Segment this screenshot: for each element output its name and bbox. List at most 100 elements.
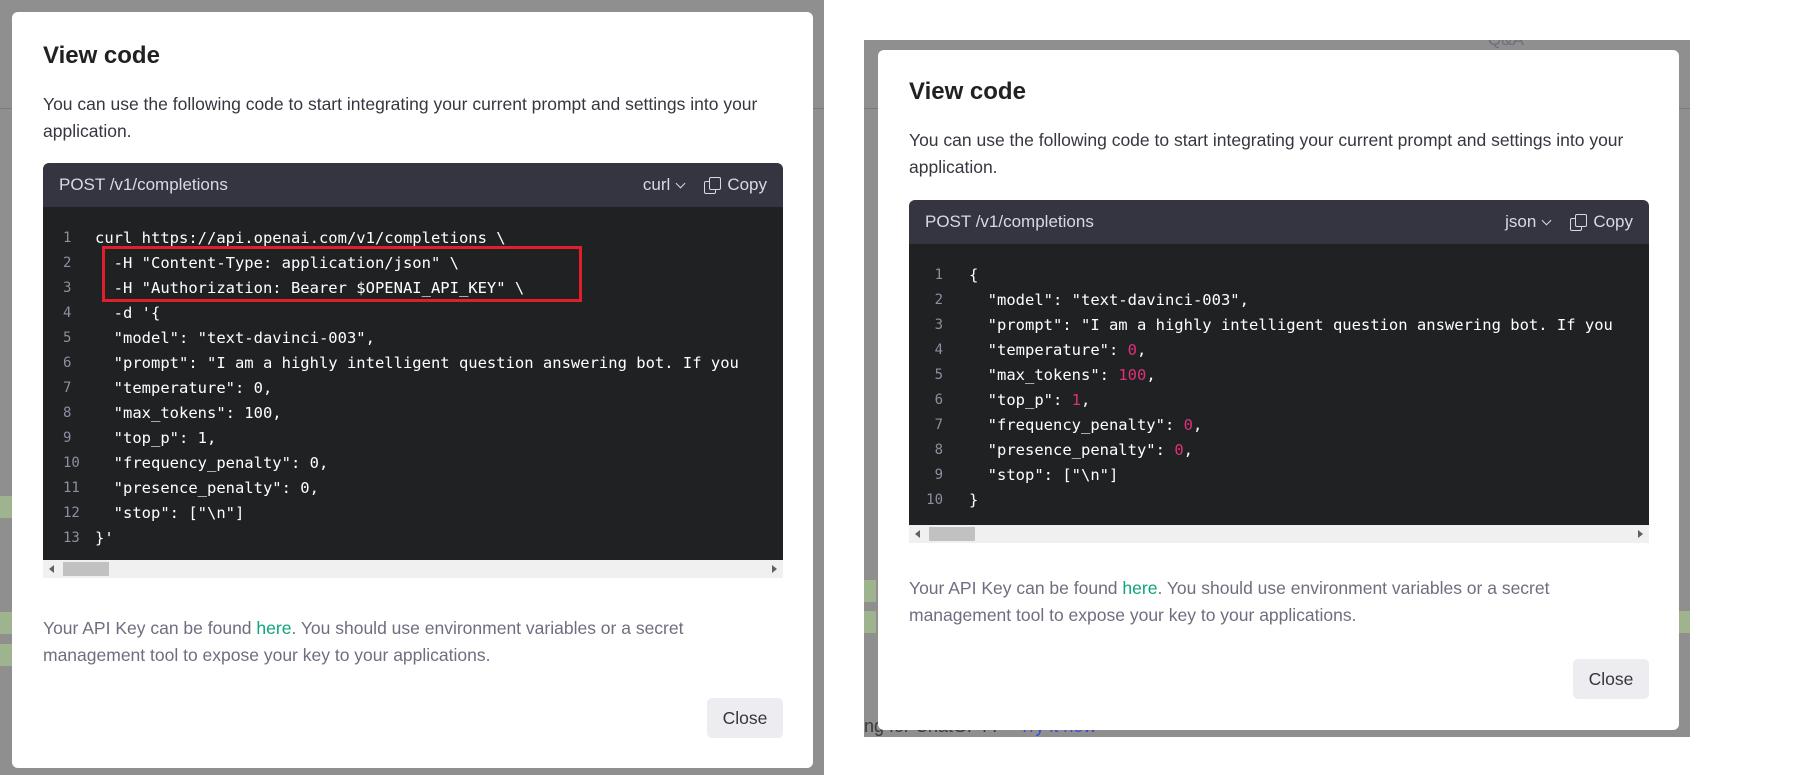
copy-button-label: Copy (727, 175, 767, 194)
code-number-token: 100 (1118, 366, 1147, 384)
scroll-right-arrow-icon[interactable] (772, 565, 777, 573)
line-number: 9 (63, 430, 72, 446)
code-line-text: "presence_penalty": 0, (959, 438, 1193, 463)
code-line-text: "model": "text-davinci-003", (95, 329, 375, 347)
line-number: 8 (934, 442, 943, 458)
code-line: 13}' (43, 526, 783, 551)
left-screenshot: View code You can use the following code… (0, 0, 824, 775)
code-line-text: "stop": ["\n"] (959, 463, 1119, 488)
api-key-link[interactable]: here (256, 618, 291, 638)
modal-title: View code (43, 42, 160, 69)
code-line: 1{ (909, 263, 1649, 288)
code-token: "top_p": (969, 391, 1072, 409)
code-line-text: "frequency_penalty": 0, (959, 413, 1203, 438)
copy-button[interactable]: Copy (704, 175, 767, 195)
api-key-note-text: Your API Key can be found (43, 618, 257, 638)
line-number: 6 (934, 392, 943, 408)
code-line: 12 "stop": ["\n"] (43, 501, 783, 526)
view-code-modal: View code You can use the following code… (12, 12, 813, 768)
code-token: "presence_penalty": (969, 441, 1175, 459)
language-select-value: curl (642, 175, 671, 194)
line-number: 12 (63, 505, 80, 521)
code-line: 6 "top_p": 1, (909, 388, 1649, 413)
line-number: 1 (63, 230, 72, 246)
language-select[interactable]: json (1505, 212, 1552, 232)
background-field-text: Q&A (1488, 40, 1524, 50)
code-line-text: -H "Authorization: Bearer $OPENAI_API_KE… (95, 279, 525, 297)
code-token: } (969, 491, 979, 509)
code-line: 3 "prompt": "I am a highly intelligent q… (909, 313, 1649, 338)
line-number: 10 (63, 455, 80, 471)
scroll-left-arrow-icon[interactable] (49, 565, 54, 573)
scroll-left-arrow-icon[interactable] (915, 530, 920, 538)
code-line-text: "frequency_penalty": 0, (95, 454, 329, 472)
background-highlight (864, 611, 876, 633)
line-number: 5 (63, 330, 72, 346)
scroll-right-arrow-icon[interactable] (1638, 530, 1643, 538)
code-line: 6 "prompt": "I am a highly intelligent q… (43, 351, 783, 376)
code-panel: POST /v1/completions json Copy 1{2 "mode… (909, 200, 1649, 543)
chevron-down-icon (675, 178, 686, 188)
code-number-token: 0 (1183, 416, 1193, 434)
copy-icon (704, 177, 722, 194)
copy-button[interactable]: Copy (1570, 212, 1633, 232)
close-button[interactable]: Close (707, 698, 783, 738)
scrollbar-thumb[interactable] (929, 527, 975, 541)
scrollbar-thumb[interactable] (63, 562, 109, 576)
close-button[interactable]: Close (1573, 659, 1649, 699)
code-line-text: "top_p": 1, (959, 388, 1091, 413)
line-number: 7 (934, 417, 943, 433)
right-screenshot: Q&A ng for ChatGPT? Try it now View code… (864, 40, 1690, 737)
code-line-text: curl https://api.openai.com/v1/completio… (95, 229, 506, 247)
code-line-text: "model": "text-davinci-003", (959, 288, 1249, 313)
code-line: 11 "presence_penalty": 0, (43, 476, 783, 501)
line-number: 2 (63, 255, 72, 271)
horizontal-scrollbar[interactable] (909, 525, 1649, 543)
line-number: 2 (934, 292, 943, 308)
code-token: { (969, 266, 979, 284)
code-line-text: "prompt": "I am a highly intelligent que… (95, 354, 739, 372)
line-number: 4 (63, 305, 72, 321)
code-line: 8 "max_tokens": 100, (43, 401, 783, 426)
code-panel-header: POST /v1/completions json Copy (909, 200, 1649, 244)
code-line: 10 "frequency_penalty": 0, (43, 451, 783, 476)
code-token: , (1146, 366, 1156, 384)
code-token: "frequency_penalty": (969, 416, 1184, 434)
line-number: 1 (934, 267, 943, 283)
line-number: 4 (934, 342, 943, 358)
code-line-text: -H "Content-Type: application/json" \ (95, 254, 459, 272)
code-token: "max_tokens": (969, 366, 1119, 384)
code-line-text: } (959, 488, 978, 513)
line-number: 3 (934, 317, 943, 333)
view-code-modal: View code You can use the following code… (878, 50, 1679, 730)
code-line-text: "max_tokens": 100, (95, 404, 282, 422)
code-token: "temperature": (969, 341, 1128, 359)
code-number-token: 0 (1174, 441, 1184, 459)
code-line: 9 "top_p": 1, (43, 426, 783, 451)
line-number: 6 (63, 355, 72, 371)
line-number: 8 (63, 405, 72, 421)
code-token: "model": "text-davinci-003", (969, 291, 1249, 309)
code-line-text: "temperature": 0, (95, 379, 273, 397)
code-token: "prompt": "I am a highly intelligent que… (969, 316, 1613, 334)
code-panel-header: POST /v1/completions curl Copy (43, 163, 783, 207)
code-line: 7 "temperature": 0, (43, 376, 783, 401)
endpoint-label: POST /v1/completions (59, 175, 228, 194)
code-line: 4 "temperature": 0, (909, 338, 1649, 363)
code-line-text: "max_tokens": 100, (959, 363, 1156, 388)
code-block[interactable]: 1 curl https://api.openai.com/v1/completi… (43, 207, 783, 560)
chevron-down-icon (1541, 215, 1552, 225)
api-key-link[interactable]: here (1122, 578, 1157, 598)
code-number-token: 0 (1127, 341, 1137, 359)
code-panel: POST /v1/completions curl Copy 1 curl htt… (43, 163, 783, 578)
code-block[interactable]: 1{2 "model": "text-davinci-003", 3 "promp… (909, 244, 1649, 525)
language-select[interactable]: curl (642, 175, 686, 195)
line-number: 7 (63, 380, 72, 396)
line-number: 11 (63, 480, 80, 496)
line-number: 10 (926, 492, 943, 508)
line-number: 5 (934, 367, 943, 383)
language-select-value: json (1505, 212, 1537, 231)
horizontal-scrollbar[interactable] (43, 560, 783, 578)
line-number: 3 (63, 280, 72, 296)
code-line: 2 "model": "text-davinci-003", (909, 288, 1649, 313)
